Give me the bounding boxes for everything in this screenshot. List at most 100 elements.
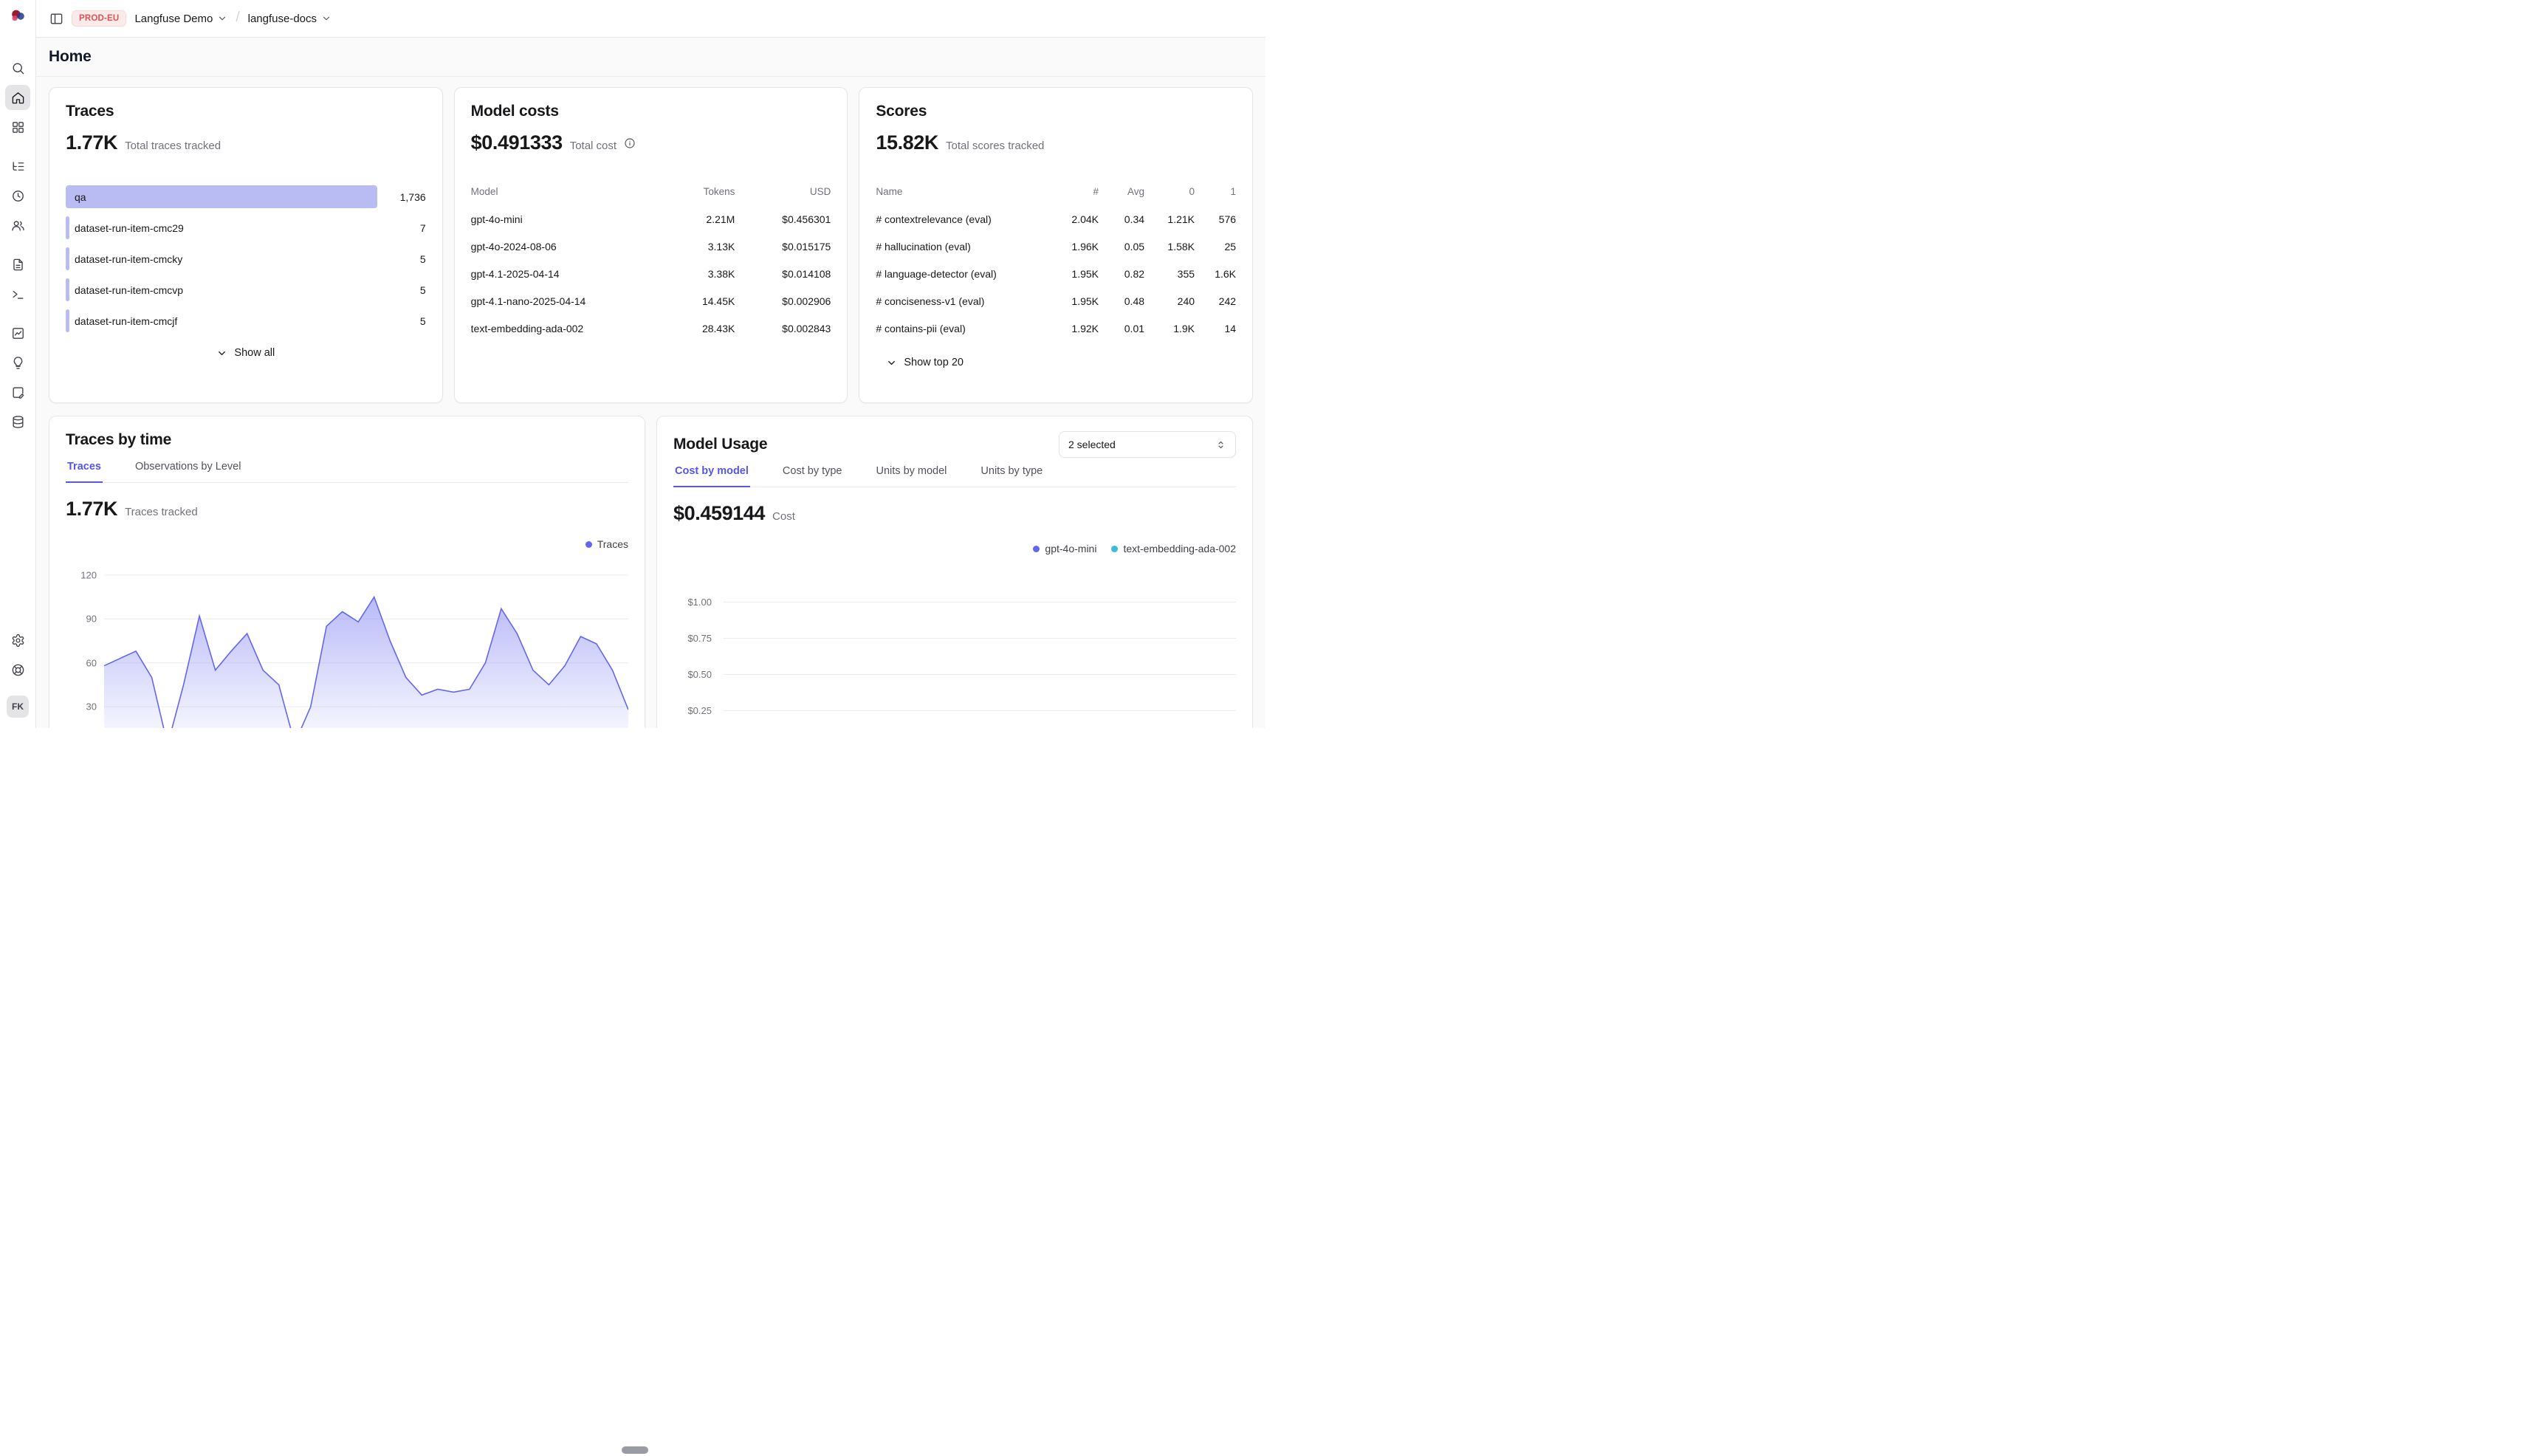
chevrons-up-down-icon (1215, 439, 1226, 450)
project-switcher[interactable]: langfuse-docs (248, 13, 332, 25)
traces-tracked-value: 1.77K (66, 498, 117, 521)
bar-fill (66, 185, 377, 208)
sidebar-item-insights[interactable] (5, 350, 30, 375)
usage-grid-row: $0.75 (673, 620, 1236, 656)
y-axis-tick-label: $0.50 (673, 669, 712, 680)
bar-fill (66, 216, 69, 239)
trace-bar-row[interactable]: dataset-run-item-cmcky 5 (66, 247, 426, 270)
tab-observations-by-level[interactable]: Observations by Level (134, 461, 242, 483)
lightbulb-icon (11, 356, 25, 370)
bar-label: qa (75, 191, 86, 203)
y-axis-tick-label: 90 (86, 614, 97, 625)
trace-bar-row[interactable]: qa 1,736 (66, 185, 426, 208)
legend-item-text-embedding-ada-002[interactable]: text-embedding-ada-002 (1111, 543, 1236, 554)
model-costs-card: Model costs $0.491333 Total cost Model T… (454, 87, 848, 403)
lifebuoy-icon (11, 663, 25, 677)
main-column: PROD-EU Langfuse Demo / langfuse-docs Ho… (36, 0, 1266, 728)
trace-bar-row[interactable]: dataset-run-item-cmcvp 5 (66, 278, 426, 301)
trace-bar-row[interactable]: dataset-run-item-cmc29 7 (66, 216, 426, 239)
bar-label: dataset-run-item-cmcvp (75, 284, 183, 296)
app-root: FK PROD-EU Langfuse Demo / langfuse-docs… (0, 0, 1266, 728)
bar-fill (66, 309, 69, 332)
environment-badge: PROD-EU (72, 10, 126, 27)
langfuse-logo-icon[interactable] (10, 9, 26, 26)
usage-line-chart: $1.00 $0.75 $0.50 $0.25 (673, 584, 1236, 728)
page-title: Home (49, 48, 92, 66)
bar-count: 1,736 (377, 191, 426, 203)
chart-legend: gpt-4o-mini text-embedding-ada-002 (673, 543, 1236, 554)
chart-legend: Traces (66, 538, 628, 550)
org-switcher[interactable]: Langfuse Demo (134, 13, 227, 25)
sidebar-item-tracing[interactable] (5, 154, 30, 179)
bar-count: 5 (377, 253, 426, 265)
gear-icon (11, 633, 25, 648)
usage-grid-row: $0.50 (673, 656, 1236, 693)
scores-table: Name # Avg 0 1 # contextrelevance (eval)… (876, 178, 1236, 342)
sidebar-item-settings[interactable] (5, 628, 30, 653)
sidebar-item-playground[interactable] (5, 281, 30, 306)
table-row: gpt-4o-2024-08-06 3.13K $0.015175 (471, 233, 831, 260)
org-name: Langfuse Demo (134, 13, 213, 25)
tab-units-by-type[interactable]: Units by type (979, 465, 1044, 487)
traces-total-value: 1.77K (66, 131, 117, 154)
y-axis: 120906030 (66, 559, 97, 728)
trace-bar-row[interactable]: dataset-run-item-cmcjf 5 (66, 309, 426, 332)
table-row: # contains-pii (eval) 1.92K 0.01 1.9K 14 (876, 315, 1236, 342)
table-row: # contextrelevance (eval) 2.04K 0.34 1.2… (876, 205, 1236, 233)
card-title: Traces by time (66, 431, 628, 449)
model-select[interactable]: 2 selected (1059, 431, 1236, 458)
sidebar-toggle-button[interactable] (49, 12, 63, 26)
tab-cost-by-model[interactable]: Cost by model (673, 465, 750, 487)
notebook-pen-icon (11, 385, 25, 399)
bar-label: dataset-run-item-cmcjf (75, 315, 177, 327)
sidebar-item-prompts[interactable] (5, 252, 30, 277)
gridline (724, 710, 1236, 711)
table-row: gpt-4.1-2025-04-14 3.38K $0.014108 (471, 260, 831, 287)
chevron-down-icon (886, 357, 897, 368)
page-header: Home (36, 38, 1266, 77)
tab-cost-by-type[interactable]: Cost by type (781, 465, 844, 487)
bar-label: dataset-run-item-cmcky (75, 253, 182, 265)
sidebar-item-support[interactable] (5, 657, 30, 682)
sidebar-bottom: FK (5, 628, 30, 718)
sidebar-item-dashboards[interactable] (5, 114, 30, 140)
file-text-icon (11, 258, 25, 272)
legend-dot (1033, 546, 1040, 552)
sidebar-item-sessions[interactable] (5, 183, 30, 208)
show-top-20-button[interactable]: Show top 20 (886, 357, 1236, 368)
trace-name-bar-list: qa 1,736 dataset-run-item-cmc29 7 datase… (66, 185, 426, 332)
legend-item-traces[interactable]: Traces (585, 538, 628, 550)
sidebar-item-datasets[interactable] (5, 409, 30, 434)
list-tree-icon (11, 159, 25, 174)
usage-cost-label: Cost (772, 510, 795, 523)
show-all-button[interactable]: Show all (66, 347, 426, 359)
project-name: langfuse-docs (248, 13, 317, 25)
table-header-row: Model Tokens USD (471, 178, 831, 205)
info-icon[interactable] (624, 137, 636, 149)
tab-units-by-model[interactable]: Units by model (875, 465, 949, 487)
total-cost-value: $0.491333 (471, 131, 563, 154)
sidebar-item-users[interactable] (5, 213, 30, 238)
legend-dot (1111, 546, 1118, 552)
legend-item-gpt-4o-mini[interactable]: gpt-4o-mini (1033, 543, 1096, 554)
traces-card: Traces 1.77K Total traces tracked qa 1,7… (49, 87, 443, 403)
table-row: gpt-4o-mini 2.21M $0.456301 (471, 205, 831, 233)
usage-cost-value: $0.459144 (673, 502, 765, 525)
card-title: Traces (66, 103, 426, 120)
breadcrumb-separator: / (236, 10, 239, 26)
sidebar-item-evaluation[interactable] (5, 320, 30, 346)
total-cost-label: Total cost (570, 140, 617, 152)
sidebar-item-search[interactable] (5, 55, 30, 80)
y-axis-tick-label: 60 (86, 657, 97, 668)
sidebar-item-annotation[interactable] (5, 380, 30, 405)
chart-icon (11, 326, 25, 340)
horizontal-scrollbar-thumb[interactable] (622, 1446, 648, 1454)
chevron-down-icon (216, 348, 227, 359)
tab-traces[interactable]: Traces (66, 461, 103, 483)
usage-grid-row: $0.25 (673, 693, 1236, 728)
traces-area-chart: 120906030 (66, 559, 628, 728)
sidebar-item-home[interactable] (5, 85, 30, 110)
y-axis-tick-label: $0.75 (673, 633, 712, 644)
user-avatar[interactable]: FK (7, 696, 29, 718)
y-axis-tick-label: $1.00 (673, 597, 712, 608)
